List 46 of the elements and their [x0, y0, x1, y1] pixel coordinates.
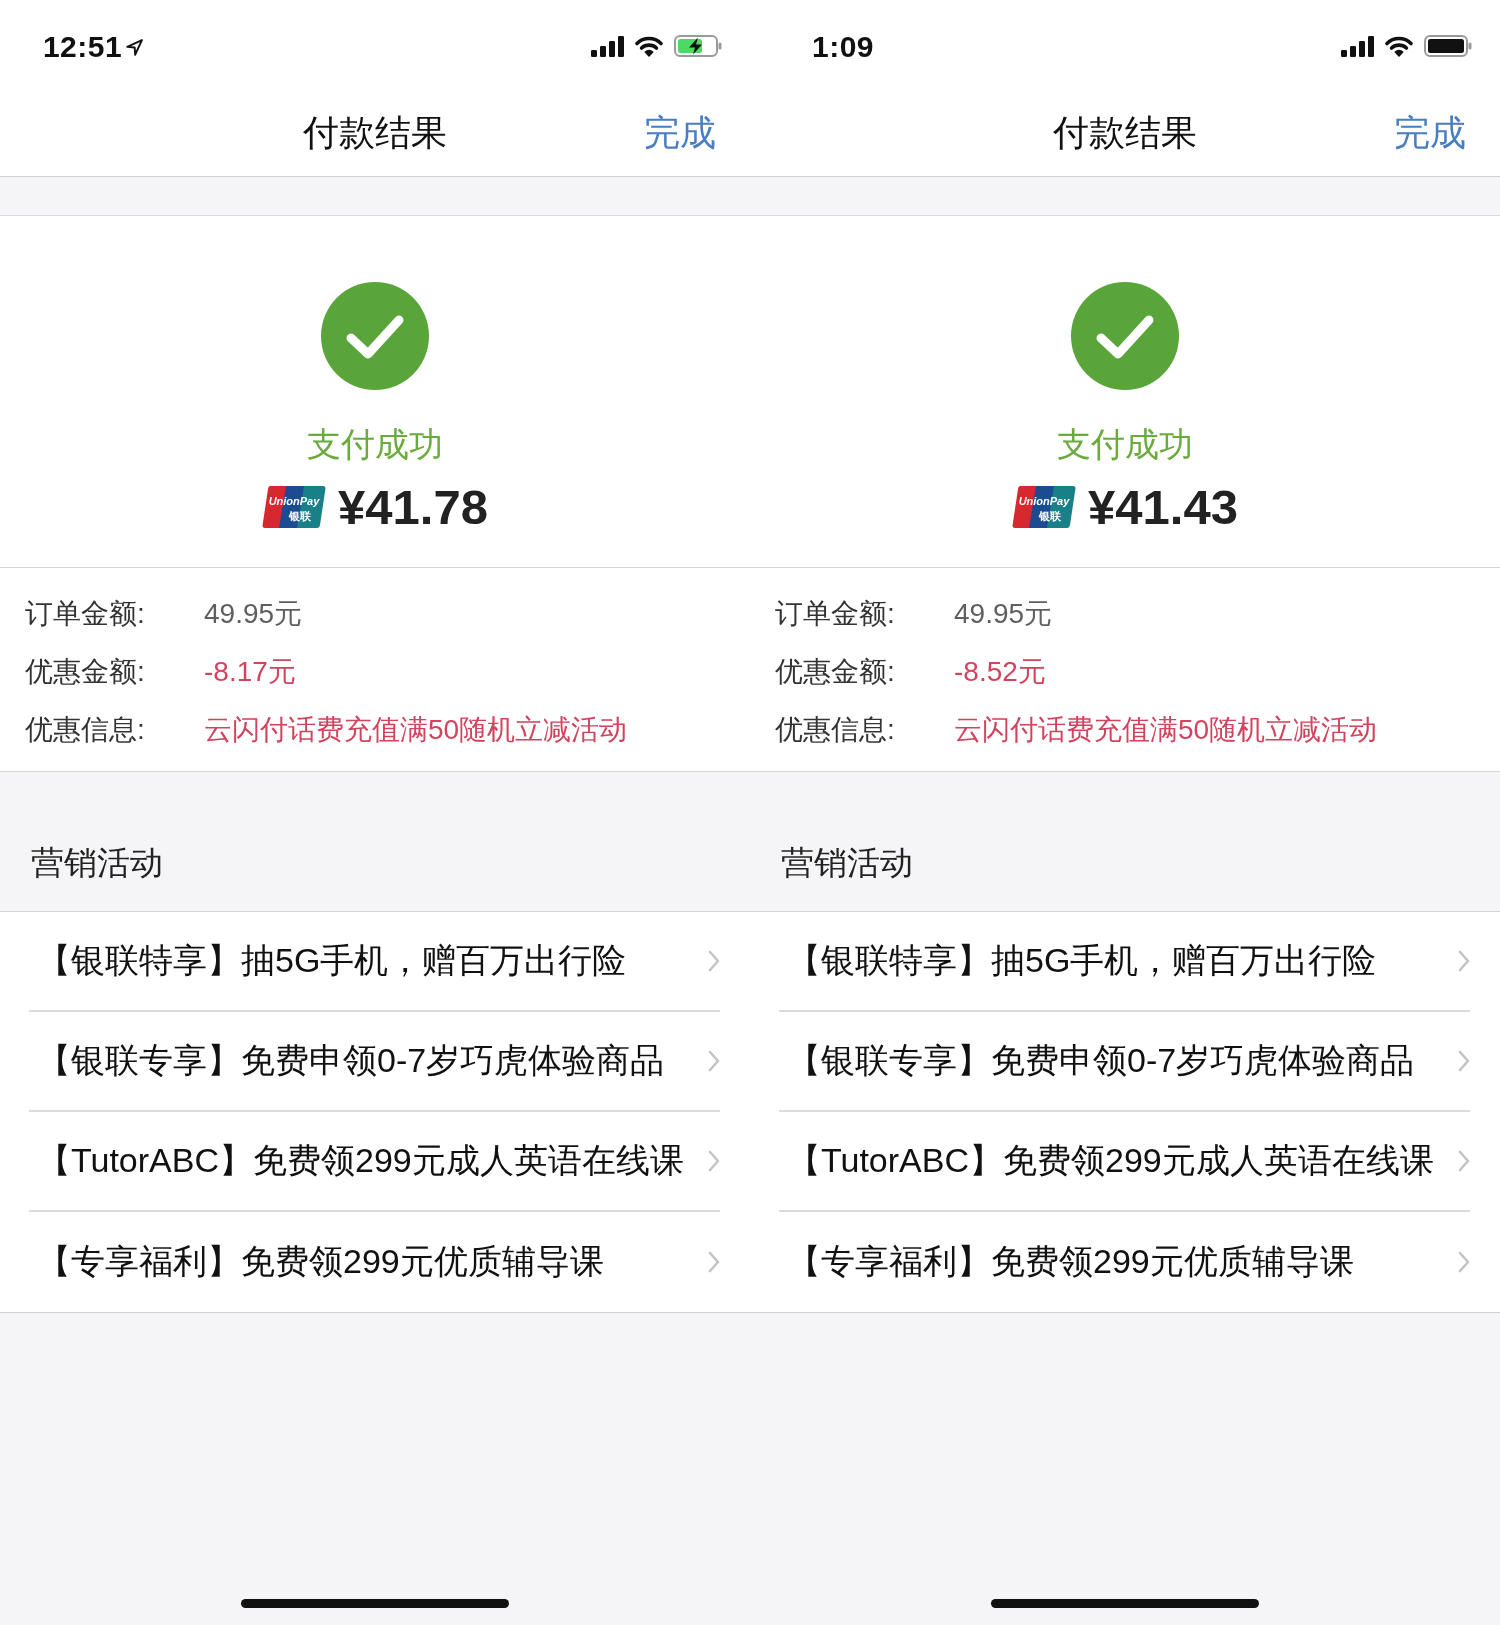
chevron-right-icon: [708, 1050, 720, 1072]
promo-item[interactable]: 【银联特享】抽5G手机，赠百万出行险: [29, 912, 720, 1012]
wifi-icon: [634, 35, 664, 57]
detail-value: 49.95元: [954, 597, 1053, 631]
chevron-right-icon: [708, 1150, 720, 1172]
amount-text: ¥41.43: [1088, 479, 1238, 535]
promo-item[interactable]: 【TutorABC】免费领299元成人英语在线课: [29, 1112, 720, 1212]
check-circle-icon: [1071, 282, 1179, 390]
status-time: 12:51: [42, 30, 123, 64]
promo-item[interactable]: 【TutorABC】免费领299元成人英语在线课: [779, 1112, 1470, 1212]
detail-label: 优惠金额:: [775, 655, 895, 689]
chevron-right-icon: [1458, 1251, 1470, 1273]
detail-label: 优惠信息:: [25, 713, 145, 747]
chevron-right-icon: [708, 950, 720, 972]
signal-icon: [1341, 35, 1374, 57]
check-circle-icon: [321, 282, 429, 390]
chevron-right-icon: [1458, 1150, 1470, 1172]
signal-icon: [591, 35, 624, 57]
promo-item[interactable]: 【银联专享】免费申领0-7岁巧虎体验商品: [779, 1012, 1470, 1112]
chevron-right-icon: [1458, 1050, 1470, 1072]
detail-value: -8.17元: [204, 655, 296, 689]
chevron-right-icon: [1458, 950, 1470, 972]
promo-item[interactable]: 【银联特享】抽5G手机，赠百万出行险: [779, 912, 1470, 1012]
detail-label: 订单金额:: [775, 597, 895, 631]
amount-text: ¥41.78: [338, 479, 488, 535]
page-title: 付款结果: [303, 110, 447, 155]
detail-label: 优惠信息:: [775, 713, 895, 747]
done-button[interactable]: 完成: [1394, 108, 1466, 158]
detail-label: 优惠金额:: [25, 655, 145, 689]
page-title: 付款结果: [1053, 110, 1197, 155]
wifi-icon: [1384, 35, 1414, 57]
promo-item[interactable]: 【银联专享】免费申领0-7岁巧虎体验商品: [29, 1012, 720, 1112]
chevron-right-icon: [708, 1251, 720, 1273]
promo-item[interactable]: 【专享福利】免费领299元优质辅导课: [779, 1212, 1470, 1312]
detail-value: 云闪付话费充值满50随机立减活动: [204, 713, 628, 747]
section-title: 营销活动: [781, 843, 913, 883]
detail-value: 49.95元: [204, 597, 303, 631]
done-button[interactable]: 完成: [644, 108, 716, 158]
detail-label: 订单金额:: [25, 597, 145, 631]
status-text: 支付成功: [1057, 424, 1193, 465]
status-time: 1:09: [811, 30, 874, 64]
section-title: 营销活动: [31, 843, 163, 883]
promo-item[interactable]: 【专享福利】免费领299元优质辅导课: [29, 1212, 720, 1312]
detail-value: 云闪付话费充值满50随机立减活动: [954, 713, 1378, 747]
detail-value: -8.52元: [954, 655, 1046, 689]
status-text: 支付成功: [307, 424, 443, 465]
